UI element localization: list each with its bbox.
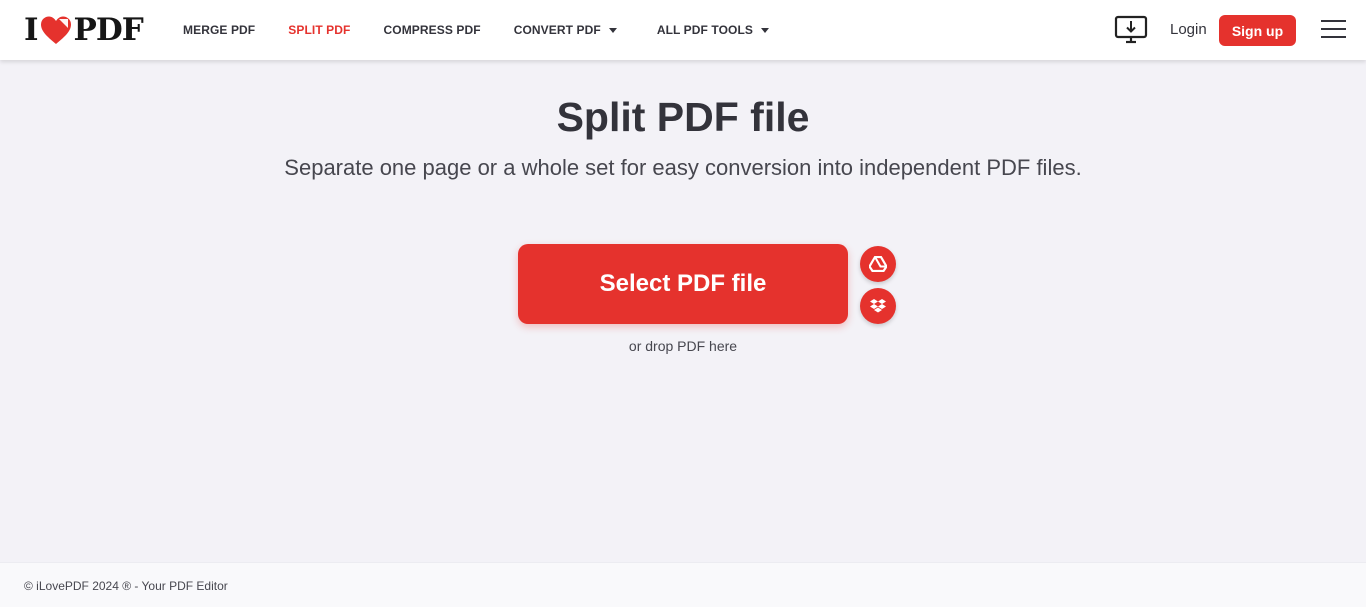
- nav-all-pdf-tools[interactable]: ALL PDF TOOLS: [656, 23, 770, 37]
- footer-copyright: © iLovePDF 2024 ® - Your PDF Editor: [24, 579, 228, 593]
- hamburger-menu-icon[interactable]: [1321, 20, 1346, 40]
- ilovepdf-logo[interactable]: I PDF: [24, 12, 144, 48]
- drop-hint: or drop PDF here: [628, 338, 738, 354]
- login-link[interactable]: Login: [1170, 21, 1207, 38]
- google-drive-button[interactable]: [860, 246, 896, 282]
- nav-compress-pdf[interactable]: COMPRESS PDF: [384, 23, 481, 37]
- desktop-download-icon[interactable]: [1114, 15, 1148, 45]
- nav-label: SPLIT PDF: [288, 23, 351, 37]
- logo-letter: I: [24, 12, 38, 48]
- caret-down-icon: [608, 27, 617, 33]
- nav-split-pdf[interactable]: SPLIT PDF: [288, 23, 350, 37]
- menu-line: [1321, 28, 1346, 30]
- nav-convert-pdf[interactable]: CONVERT PDF: [514, 23, 617, 37]
- footer: © iLovePDF 2024 ® - Your PDF Editor: [0, 562, 1366, 607]
- nav-label: CONVERT PDF: [513, 23, 601, 37]
- logo-pdf-text: PDF: [73, 12, 144, 48]
- menu-line: [1321, 36, 1346, 38]
- google-drive-icon: [869, 256, 887, 272]
- dropbox-icon: [870, 299, 886, 313]
- nav-label: MERGE PDF: [183, 23, 256, 37]
- caret-down-icon: [761, 27, 770, 33]
- page-subtitle: Separate one page or a whole set for eas…: [284, 155, 1082, 180]
- nav-label: COMPRESS PDF: [383, 23, 481, 37]
- signup-button[interactable]: Sign up: [1219, 15, 1296, 46]
- select-button-label: Select PDF file: [599, 270, 767, 297]
- dropbox-button[interactable]: [860, 288, 896, 324]
- nav-label: ALL PDF TOOLS: [656, 23, 754, 37]
- nav-merge-pdf[interactable]: MERGE PDF: [183, 23, 255, 37]
- top-header: I PDF MERGE PDF SPLIT PDF COMPRESS PDF C…: [0, 0, 1366, 60]
- select-pdf-file-button[interactable]: Select PDF file: [518, 244, 848, 324]
- page-title: Split PDF file: [556, 94, 810, 140]
- heart-logo-icon: [40, 16, 71, 44]
- menu-line: [1321, 20, 1346, 22]
- main-nav: MERGE PDF SPLIT PDF COMPRESS PDF CONVERT…: [183, 0, 770, 60]
